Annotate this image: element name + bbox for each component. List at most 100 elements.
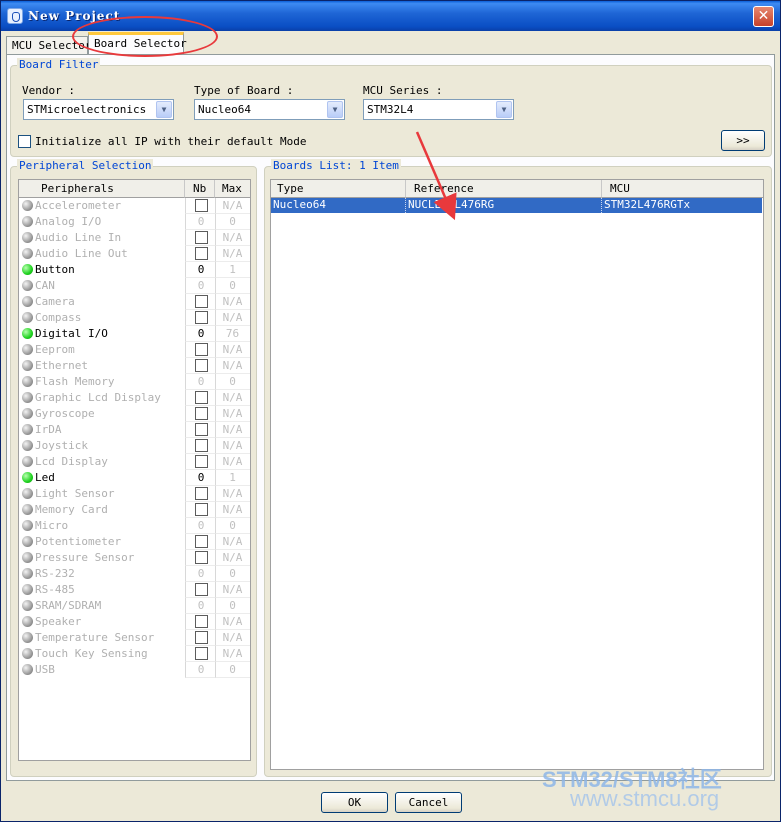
- chevron-down-icon[interactable]: ▼: [327, 101, 343, 118]
- nb-checkbox[interactable]: [195, 647, 208, 660]
- table-row[interactable]: Temperature Sensor N/A: [19, 630, 250, 646]
- peripheral-name: Lcd Display: [35, 455, 108, 468]
- expand-button[interactable]: >>: [721, 130, 765, 151]
- table-row[interactable]: Joystick N/A: [19, 438, 250, 454]
- nb-checkbox[interactable]: [195, 615, 208, 628]
- reference-column-header[interactable]: Reference: [406, 180, 602, 198]
- table-row[interactable]: SRAM/SDRAM 0 0: [19, 598, 250, 614]
- nb-cell[interactable]: [185, 550, 215, 566]
- table-row[interactable]: Micro 0 0: [19, 518, 250, 534]
- title-bar[interactable]: New Project ✕: [1, 1, 780, 31]
- table-row[interactable]: Accelerometer N/A: [19, 198, 250, 214]
- table-row[interactable]: Potentiometer N/A: [19, 534, 250, 550]
- nb-cell[interactable]: [185, 454, 215, 470]
- table-row[interactable]: Light Sensor N/A: [19, 486, 250, 502]
- table-row[interactable]: Led 0 1: [19, 470, 250, 486]
- nb-cell[interactable]: [185, 502, 215, 518]
- mcu-column-header[interactable]: MCU: [602, 180, 763, 198]
- mcu-series-select[interactable]: STM32L4 ▼: [363, 99, 514, 120]
- table-row[interactable]: Eeprom N/A: [19, 342, 250, 358]
- nb-checkbox[interactable]: [195, 503, 208, 516]
- nb-checkbox[interactable]: [195, 535, 208, 548]
- nb-cell[interactable]: [185, 294, 215, 310]
- nb-cell[interactable]: [185, 198, 215, 214]
- max-cell: N/A: [215, 230, 250, 246]
- table-row[interactable]: Graphic Lcd Display N/A: [19, 390, 250, 406]
- nb-cell[interactable]: [185, 646, 215, 662]
- nb-column-header[interactable]: Nb: [185, 180, 215, 198]
- max-column-header[interactable]: Max: [215, 180, 250, 198]
- max-value: N/A: [222, 487, 243, 500]
- table-row[interactable]: RS-232 0 0: [19, 566, 250, 582]
- table-row[interactable]: Compass N/A: [19, 310, 250, 326]
- vendor-select[interactable]: STMicroelectronics ▼: [23, 99, 174, 120]
- nb-checkbox[interactable]: [195, 487, 208, 500]
- nb-cell[interactable]: [185, 246, 215, 262]
- table-row[interactable]: IrDA N/A: [19, 422, 250, 438]
- nb-checkbox[interactable]: [195, 231, 208, 244]
- peripherals-column-header[interactable]: Peripherals: [19, 180, 185, 198]
- nb-cell[interactable]: [185, 630, 215, 646]
- table-row[interactable]: Audio Line Out N/A: [19, 246, 250, 262]
- nb-checkbox[interactable]: [195, 343, 208, 356]
- close-button[interactable]: ✕: [753, 6, 774, 27]
- table-row[interactable]: Audio Line In N/A: [19, 230, 250, 246]
- nb-checkbox[interactable]: [195, 551, 208, 564]
- nb-checkbox[interactable]: [195, 439, 208, 452]
- nb-checkbox[interactable]: [195, 391, 208, 404]
- board-type-select[interactable]: Nucleo64 ▼: [194, 99, 345, 120]
- nb-checkbox[interactable]: [195, 247, 208, 260]
- max-cell: 0: [215, 518, 250, 534]
- nb-cell[interactable]: [185, 342, 215, 358]
- nb-checkbox[interactable]: [195, 359, 208, 372]
- nb-checkbox[interactable]: [195, 199, 208, 212]
- nb-cell[interactable]: [185, 438, 215, 454]
- nb-checkbox[interactable]: [195, 407, 208, 420]
- type-column-header[interactable]: Type: [271, 180, 406, 198]
- nb-checkbox[interactable]: [195, 631, 208, 644]
- table-row[interactable]: USB 0 0: [19, 662, 250, 678]
- table-row[interactable]: Digital I/O 0 76: [19, 326, 250, 342]
- table-row[interactable]: Memory Card N/A: [19, 502, 250, 518]
- table-row[interactable]: Speaker N/A: [19, 614, 250, 630]
- nb-checkbox[interactable]: [195, 423, 208, 436]
- table-row[interactable]: Nucleo64 NUCLEO-L476RG STM32L476RGTx: [271, 198, 762, 213]
- nb-cell[interactable]: [185, 230, 215, 246]
- nb-cell[interactable]: [185, 406, 215, 422]
- init-ip-checkbox[interactable]: [18, 135, 31, 148]
- tab-mcu-selector[interactable]: MCU Selector: [6, 36, 91, 54]
- max-value: N/A: [222, 311, 243, 324]
- table-row[interactable]: Flash Memory 0 0: [19, 374, 250, 390]
- table-row[interactable]: Analog I/O 0 0: [19, 214, 250, 230]
- nb-cell[interactable]: [185, 614, 215, 630]
- nb-cell[interactable]: [185, 358, 215, 374]
- chevron-down-icon[interactable]: ▼: [496, 101, 512, 118]
- nb-cell[interactable]: [185, 582, 215, 598]
- table-row[interactable]: Button 0 1: [19, 262, 250, 278]
- cancel-button[interactable]: Cancel: [395, 792, 462, 813]
- nb-cell[interactable]: [185, 422, 215, 438]
- led-icon: [22, 392, 33, 403]
- nb-cell[interactable]: [185, 310, 215, 326]
- table-row[interactable]: Camera N/A: [19, 294, 250, 310]
- peripheral-name: SRAM/SDRAM: [35, 599, 102, 612]
- nb-checkbox[interactable]: [195, 583, 208, 596]
- table-row[interactable]: CAN 0 0: [19, 278, 250, 294]
- peripheral-name: Flash Memory: [35, 375, 115, 388]
- nb-checkbox[interactable]: [195, 455, 208, 468]
- nb-checkbox[interactable]: [195, 311, 208, 324]
- table-row[interactable]: Pressure Sensor N/A: [19, 550, 250, 566]
- table-row[interactable]: Ethernet N/A: [19, 358, 250, 374]
- nb-cell[interactable]: [185, 534, 215, 550]
- table-row[interactable]: Lcd Display N/A: [19, 454, 250, 470]
- table-row[interactable]: Gyroscope N/A: [19, 406, 250, 422]
- tab-board-selector[interactable]: Board Selector: [88, 32, 187, 55]
- table-row[interactable]: Touch Key Sensing N/A: [19, 646, 250, 662]
- table-row[interactable]: RS-485 N/A: [19, 582, 250, 598]
- nb-checkbox[interactable]: [195, 295, 208, 308]
- nb-cell[interactable]: [185, 390, 215, 406]
- nb-cell[interactable]: [185, 486, 215, 502]
- ok-button[interactable]: OK: [321, 792, 388, 813]
- chevron-down-icon[interactable]: ▼: [156, 101, 172, 118]
- peripheral-name: RS-232: [35, 567, 75, 580]
